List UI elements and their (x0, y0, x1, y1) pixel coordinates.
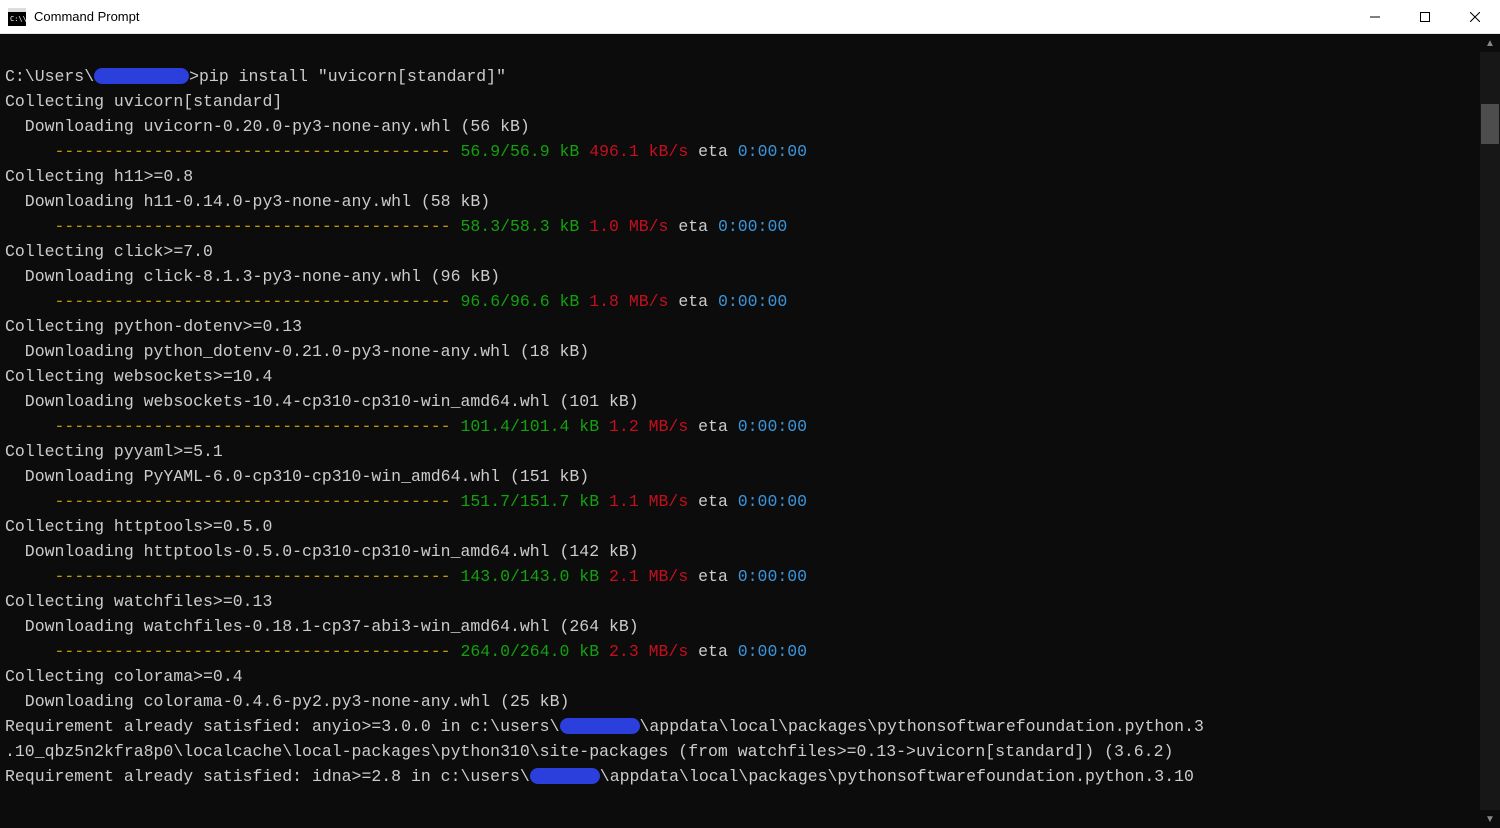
maximize-button[interactable] (1400, 0, 1450, 34)
window-title: Command Prompt (34, 9, 1350, 24)
svg-text:C:\\: C:\\ (10, 15, 26, 23)
scroll-down-icon[interactable]: ▼ (1480, 810, 1500, 828)
minimize-button[interactable] (1350, 0, 1400, 34)
terminal-output[interactable]: C:\Users\>pip install "uvicorn[standard]… (0, 34, 1480, 828)
cmd-icon: C:\\ (8, 8, 26, 26)
scroll-up-icon[interactable]: ▲ (1480, 34, 1500, 52)
scrollbar-thumb[interactable] (1481, 104, 1499, 144)
scrollbar-track[interactable] (1480, 52, 1500, 810)
window-controls (1350, 0, 1500, 34)
titlebar: C:\\ Command Prompt (0, 0, 1500, 34)
terminal-container: C:\Users\>pip install "uvicorn[standard]… (0, 34, 1500, 828)
close-button[interactable] (1450, 0, 1500, 34)
scrollbar[interactable]: ▲ ▼ (1480, 34, 1500, 828)
